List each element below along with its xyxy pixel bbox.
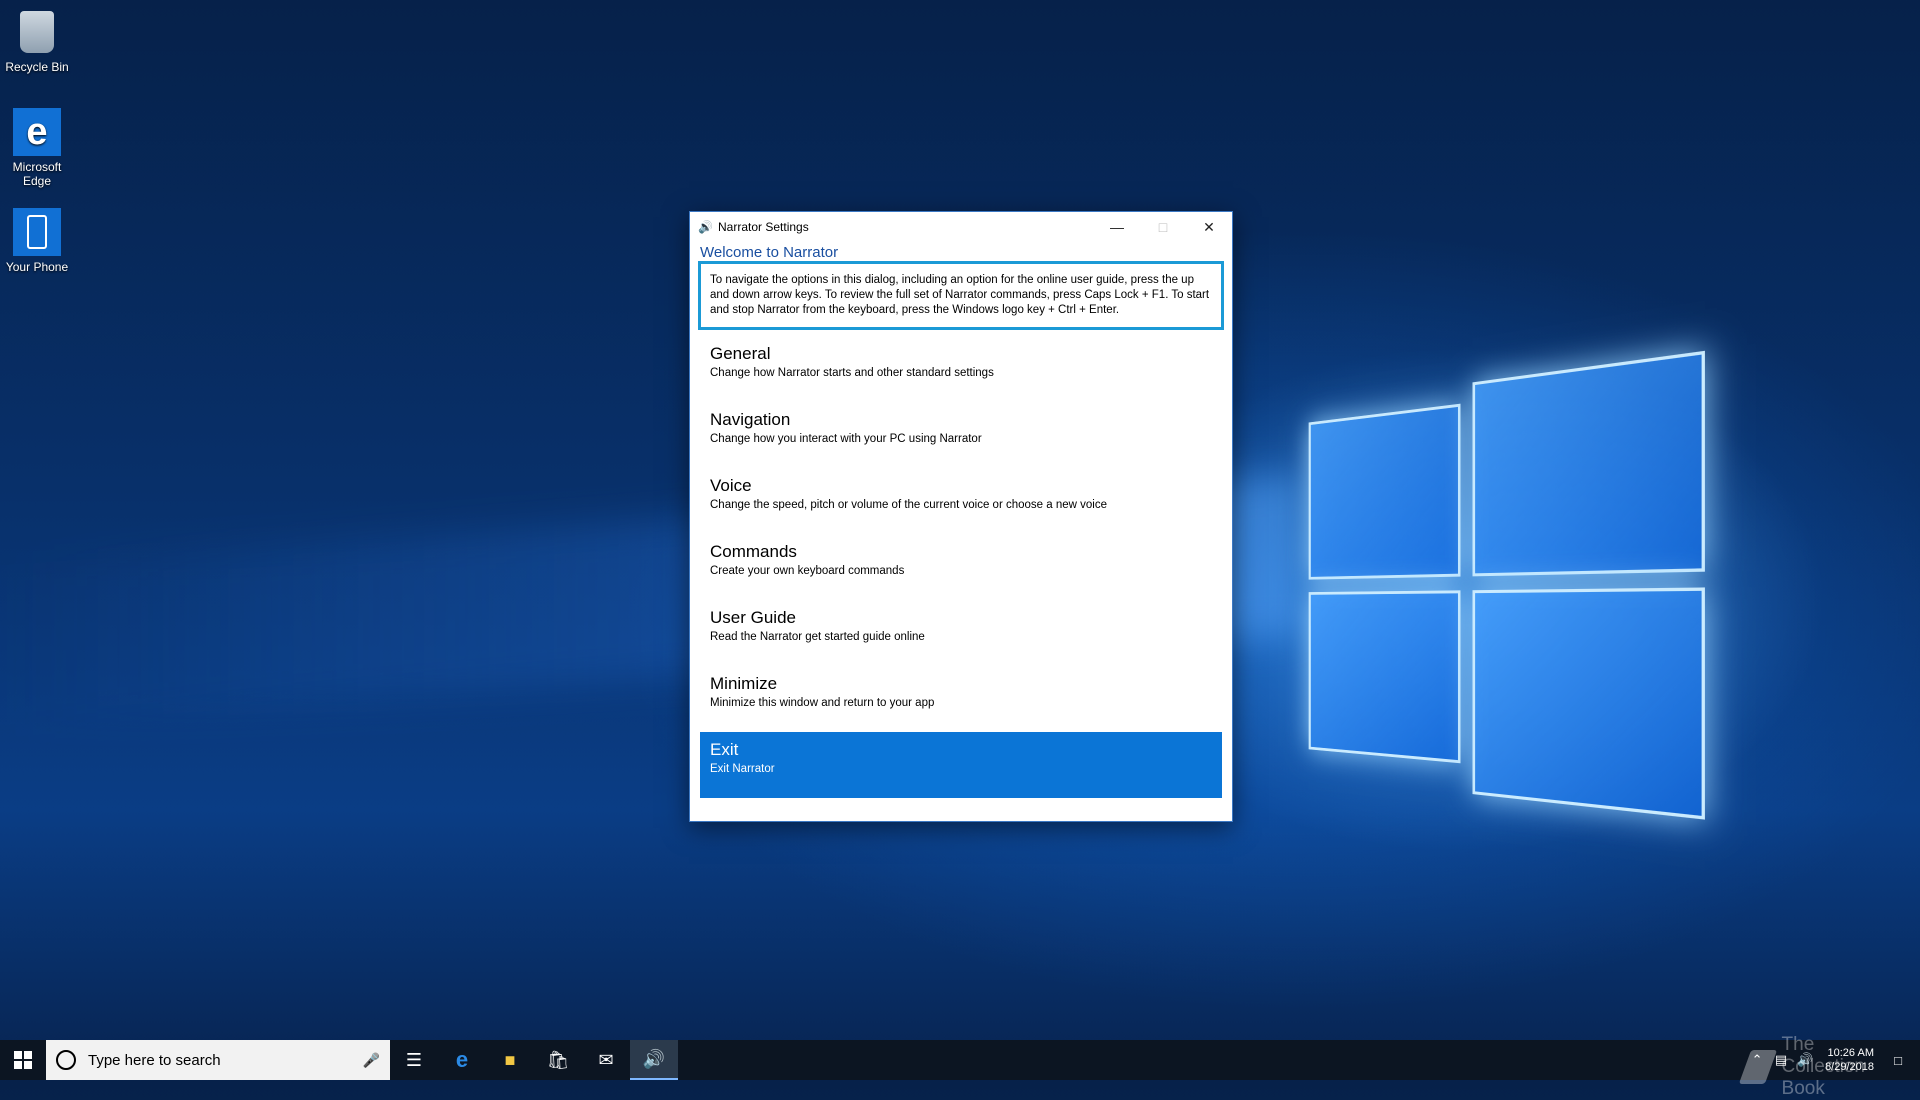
menu-item-general[interactable]: General Change how Narrator starts and o… (700, 336, 1222, 402)
edge-icon[interactable]: e (438, 1040, 486, 1080)
menu-item-user-guide[interactable]: User Guide Read the Narrator get started… (700, 600, 1222, 666)
menu-item-voice[interactable]: Voice Change the speed, pitch or volume … (700, 468, 1222, 534)
task-view-icon[interactable]: ☰ (390, 1040, 438, 1080)
menu-item-exit[interactable]: Exit Exit Narrator (700, 732, 1222, 798)
taskbar: Type here to search 🎤 ☰ e ■ 🛍 ✉ 🔊 The Co… (0, 1034, 1920, 1099)
system-tray: The Collection Book ⌃ ▤ 🔊 10:26 AM 8/29/… (1738, 1034, 1920, 1099)
menu-item-desc: Create your own keyboard commands (710, 565, 905, 577)
menu-item-title: Minimize (710, 674, 778, 693)
windows-icon (14, 1051, 32, 1069)
menu-item-desc: Change the speed, pitch or volume of the… (710, 499, 1107, 511)
instructions-text[interactable]: To navigate the options in this dialog, … (698, 261, 1224, 330)
desktop-icon-your-phone[interactable]: Your Phone (4, 208, 70, 274)
menu-item-desc: Minimize this window and return to your … (710, 697, 935, 709)
menu-item-title: User Guide (710, 608, 796, 627)
title-bar[interactable]: 🔊 Narrator Settings — □ ✕ (690, 212, 1232, 242)
store-icon[interactable]: 🛍 (534, 1040, 582, 1080)
welcome-heading: Welcome to Narrator (700, 244, 839, 261)
watermark-text: The Collection Book (1781, 1034, 1865, 1099)
search-placeholder: Type here to search (88, 1051, 221, 1069)
search-box[interactable]: Type here to search 🎤 (46, 1040, 390, 1080)
menu-item-commands[interactable]: Commands Create your own keyboard comman… (700, 534, 1222, 600)
desktop-icon-label: Microsoft Edge (12, 160, 62, 188)
phone-icon (13, 208, 61, 256)
narrator-settings-dialog: 🔊 Narrator Settings — □ ✕ Welcome to Nar… (689, 211, 1233, 822)
cortana-icon (56, 1050, 76, 1070)
menu-item-title: Voice (710, 476, 752, 495)
edge-icon: e (13, 108, 61, 156)
window-title: Narrator Settings (718, 220, 809, 234)
menu-item-desc: Change how Narrator starts and other sta… (710, 367, 994, 379)
menu-item-title: Exit (710, 740, 739, 759)
start-button[interactable] (0, 1040, 46, 1080)
recycle-bin-icon (20, 11, 54, 53)
menu-item-title: Commands (710, 542, 797, 561)
narrator-icon[interactable]: 🔊 (630, 1040, 678, 1080)
close-button[interactable]: ✕ (1186, 212, 1232, 242)
settings-menu: General Change how Narrator starts and o… (700, 336, 1222, 798)
desktop-icon-label: Your Phone (5, 260, 69, 274)
menu-item-title: General (710, 344, 771, 363)
menu-item-minimize[interactable]: Minimize Minimize this window and return… (700, 666, 1222, 732)
desktop-icon-edge[interactable]: e Microsoft Edge (4, 108, 70, 188)
minimize-button[interactable]: — (1094, 212, 1140, 242)
desktop-icon-label: Recycle Bin (5, 60, 69, 74)
file-explorer-icon[interactable]: ■ (486, 1040, 534, 1080)
windows-logo-wallpaper (1308, 349, 1721, 872)
menu-item-desc: Exit Narrator (710, 763, 775, 775)
mail-icon[interactable]: ✉ (582, 1040, 630, 1080)
menu-item-title: Navigation (710, 410, 791, 429)
maximize-button[interactable]: □ (1140, 212, 1186, 242)
desktop-icon-recycle-bin[interactable]: Recycle Bin (4, 8, 70, 74)
watermark: The Collection Book (1738, 1034, 1894, 1100)
narrator-icon: 🔊 (698, 220, 713, 234)
menu-item-desc: Read the Narrator get started guide onli… (710, 631, 925, 643)
menu-item-navigation[interactable]: Navigation Change how you interact with … (700, 402, 1222, 468)
microphone-icon[interactable]: 🎤 (363, 1052, 380, 1069)
menu-item-desc: Change how you interact with your PC usi… (710, 433, 982, 445)
book-icon (1738, 1050, 1778, 1084)
